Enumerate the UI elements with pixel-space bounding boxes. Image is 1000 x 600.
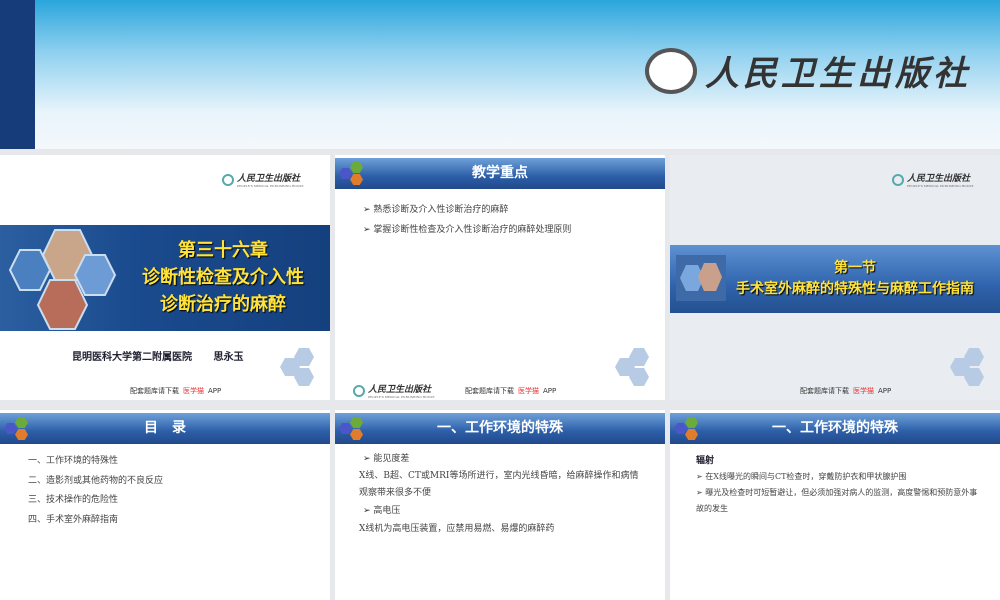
footer-note: 配套题库请下载 医学猫 APP <box>130 387 222 395</box>
hexagon-icon <box>674 417 704 441</box>
slide-thumbnail-4[interactable]: 目 录 一、工作环境的特殊性 二、造影剂或其他药物的不良反应 三、技术操作的危险… <box>0 410 330 600</box>
bullet-item: 掌握诊断性检查及介入性诊断治疗的麻醉处理原则 <box>335 220 571 240</box>
slide-thumbnail-6[interactable]: 一、工作环境的特殊 辐射 在X线曝光的瞬间与CT检查时，穿戴防护衣和甲状腺护围 … <box>670 410 1000 600</box>
section-number: 第一节 <box>834 260 876 276</box>
publisher-logo-small: 人民卫生出版社 PEOPLE'S MEDICAL PUBLISHING HOUSE <box>353 382 435 399</box>
hexagon-decoration <box>615 348 655 388</box>
publisher-seal-icon <box>353 384 365 397</box>
slide-thumbnail-3[interactable]: 人民卫生出版社 PEOPLE'S MEDICAL PUBLISHING HOUSE… <box>670 155 1000 400</box>
bullet-item: 曝光及检查时可短暂避让，但必须加强对病人的监测，高度警惕和预防意外事故的发生 <box>670 485 980 517</box>
hexagon-icon <box>339 162 369 186</box>
affiliation: 昆明医科大学第二附属医院 <box>72 352 192 363</box>
publisher-logo-small: 人民卫生出版社 PEOPLE'S MEDICAL PUBLISHING HOUSE <box>222 171 304 188</box>
slide-title-bar: 教学重点 <box>335 158 665 189</box>
slide-title: 教学重点 <box>472 165 528 181</box>
slide-thumbnail-5[interactable]: 一、工作环境的特殊 能见度差 X线、B超、CT或MRI等场所进行，室内光线昏暗，… <box>335 410 665 600</box>
logo-text: 人民卫生出版社 <box>907 174 971 184</box>
toc-item: 一、工作环境的特殊性 <box>28 456 119 466</box>
slide-title-bar: 目 录 <box>0 413 330 444</box>
bullet-item: 能见度差 <box>335 451 645 468</box>
footer-note: 配套题库请下载 医学猫 APP <box>465 387 557 395</box>
logo-en: PEOPLE'S MEDICAL PUBLISHING HOUSE <box>368 395 435 399</box>
medical-hexagon-image <box>8 229 117 330</box>
hexagon-decoration <box>280 348 320 388</box>
chapter-title-line1: 诊断性检查及介入性 <box>142 267 304 288</box>
slide-thumbnail-1[interactable]: 人民卫生出版社 PEOPLE'S MEDICAL PUBLISHING HOUSE… <box>0 155 330 400</box>
publisher-logo: 人民卫生出版社 <box>645 46 971 95</box>
publisher-name: 人民卫生出版社 <box>705 54 971 94</box>
chapter-number: 第三十六章 <box>178 240 268 261</box>
bullet-item: 熟悉诊断及介入性诊断治疗的麻醉 <box>335 200 571 220</box>
logo-text: 人民卫生出版社 <box>237 174 301 184</box>
footer-note: 配套题库请下载 医学猫 APP <box>800 387 892 395</box>
logo-en: PEOPLE'S MEDICAL PUBLISHING HOUSE <box>237 184 304 188</box>
section-banner: 第一节 手术室外麻醉的特殊性与麻醉工作指南 <box>670 245 1000 313</box>
slide-thumbnail-2[interactable]: 教学重点 熟悉诊断及介入性诊断治疗的麻醉 掌握诊断性检查及介入性诊断治疗的麻醉处… <box>335 155 665 400</box>
hexagon-icon <box>339 417 369 441</box>
logo-en: PEOPLE'S MEDICAL PUBLISHING HOUSE <box>907 184 974 188</box>
toc-item: 四、手术室外麻醉指南 <box>28 514 119 525</box>
body-text: X线、B超、CT或MRI等场所进行，室内光线昏暗，给麻醉操作和病情观察带来很多不… <box>359 471 639 498</box>
chapter-title-line2: 诊断治疗的麻醉 <box>160 294 286 315</box>
toc-item: 二、造影剂或其他药物的不良反应 <box>28 475 164 486</box>
slide-title: 目 录 <box>144 420 186 436</box>
bullet-item: 在X线曝光的瞬间与CT检查时，穿戴防护衣和甲状腺护围 <box>670 469 980 485</box>
body-text: X线机为高电压装置，应禁用易燃、易爆的麻醉药 <box>359 524 555 534</box>
toc-item: 三、技术操作的危险性 <box>28 495 119 505</box>
logo-text: 人民卫生出版社 <box>368 385 432 395</box>
chapter-banner: 第三十六章 诊断性检查及介入性 诊断治疗的麻醉 <box>0 225 330 331</box>
header-banner: 人民卫生出版社 <box>0 0 1000 149</box>
publisher-seal-icon <box>892 173 904 186</box>
section-title: 手术室外麻醉的特殊性与麻醉工作指南 <box>736 281 974 297</box>
slide-title-bar: 一、工作环境的特殊 <box>670 413 1000 444</box>
slide-title: 一、工作环境的特殊 <box>437 420 563 436</box>
publisher-seal-icon <box>645 47 697 94</box>
author: 思永玉 <box>213 352 244 363</box>
hexagon-icon <box>4 417 34 441</box>
slide-title: 一、工作环境的特殊 <box>772 420 898 436</box>
subheading: 辐射 <box>696 456 715 466</box>
hexagon-decoration <box>950 348 990 388</box>
bullet-item: 高电压 <box>335 502 645 521</box>
publisher-seal-icon <box>222 173 234 186</box>
slide-title-bar: 一、工作环境的特殊 <box>335 413 665 444</box>
header-side-bar <box>0 0 35 149</box>
publisher-logo-small: 人民卫生出版社 PEOPLE'S MEDICAL PUBLISHING HOUSE <box>892 171 974 188</box>
